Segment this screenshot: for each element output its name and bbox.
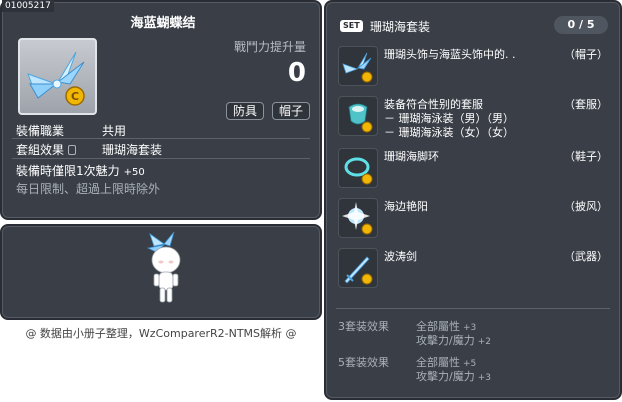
set-piece-slot: （武器）	[564, 250, 608, 263]
set-effect-line: 攻擊力/魔力 +3	[416, 368, 491, 384]
divider	[12, 138, 310, 139]
divider	[336, 308, 610, 309]
charm-line: 裝備時僅限1次魅力 +50	[16, 162, 145, 179]
credit-text: @ 数据由小册子整理，WzComparerR2-NTMS解析 @	[25, 327, 297, 340]
set-piece-name: 珊瑚头饰与海蓝头饰中的. .	[384, 48, 516, 61]
set-piece-name: 波涛剑	[384, 250, 417, 263]
character-avatar	[146, 231, 181, 303]
character-preview-panel	[0, 224, 322, 320]
set-name: 珊瑚海套装	[370, 20, 431, 34]
job-value: 共用	[102, 124, 127, 138]
limit-text: 每日限制、超過上限時除外	[16, 182, 161, 196]
set-piece: 装备符合性别的套服 － 珊瑚海泳装（男）（男） － 珊瑚海泳装（女）（女） （套…	[338, 96, 612, 144]
set-piece-subitem: － 珊瑚海泳装（女）（女）	[384, 126, 514, 139]
divider	[12, 158, 310, 159]
set-info-icon	[68, 145, 77, 155]
svg-text:C: C	[71, 90, 79, 103]
anklet-icon	[338, 148, 378, 188]
set-piece: 珊瑚头饰与海蓝头饰中的. . （帽子）	[338, 46, 612, 90]
set-effect-label: 5套装效果	[338, 356, 389, 369]
set-tooltip-panel: SET 珊瑚海套装 0 / 5 珊瑚头饰与海蓝头饰中的. . （帽子） 装备符合…	[324, 0, 622, 400]
set-value: 珊瑚海套装	[102, 143, 163, 157]
ribbon-icon: C	[27, 51, 85, 106]
set-piece-slot: （鞋子）	[564, 150, 608, 163]
set-piece-name: 珊瑚海脚环	[384, 150, 439, 163]
category-tag: 防具	[226, 102, 265, 120]
charm-bonus: +50	[123, 167, 145, 178]
effect-stat: 攻擊力/魔力	[416, 334, 475, 347]
job-label: 裝備職業	[16, 124, 65, 138]
set-label: 套組效果	[16, 143, 65, 157]
set-effect-line: 攻擊力/魔力 +2	[416, 332, 491, 348]
power-label: 戰鬥力提升量	[233, 40, 306, 54]
charm-text: 裝備時僅限1次魅力	[16, 164, 120, 178]
item-id: 01005217	[2, 0, 54, 12]
effect-stat: 攻擊力/魔力	[416, 370, 475, 383]
sword-icon	[338, 248, 378, 288]
set-piece-slot: （披风）	[564, 200, 608, 213]
set-row: 套組效果 珊瑚海套装	[16, 141, 162, 158]
set-piece-slot: （帽子）	[564, 48, 608, 61]
set-effect-label: 3套装效果	[338, 320, 389, 333]
item-icon-frame: C	[18, 38, 97, 115]
swimsuit-icon	[338, 96, 378, 136]
set-piece: 海边艳阳 （披风）	[338, 198, 612, 242]
set-count: 0 / 5	[554, 16, 608, 34]
set-piece: 波涛剑 （武器）	[338, 248, 612, 292]
job-row: 裝備職業 共用	[16, 122, 126, 139]
effect-value: +3	[477, 373, 491, 383]
sun-cape-icon	[338, 198, 378, 238]
ribbon-icon	[338, 46, 378, 86]
item-tooltip-panel: 海蓝蝴蝶结 C 戰鬥力提升量 0 防具 帽子 裝備職業 共用 套組效果 珊瑚海套…	[0, 0, 322, 220]
set-piece-slot: （套服）	[564, 98, 608, 111]
set-piece-name: 海边艳阳	[384, 200, 428, 213]
power-value: 0	[287, 58, 306, 88]
slot-tag: 帽子	[272, 102, 311, 120]
set-piece: 珊瑚海脚环 （鞋子）	[338, 148, 612, 192]
effect-value: +2	[477, 337, 491, 347]
item-title: 海蓝蝴蝶结	[130, 16, 196, 31]
set-badge: SET	[340, 20, 363, 32]
